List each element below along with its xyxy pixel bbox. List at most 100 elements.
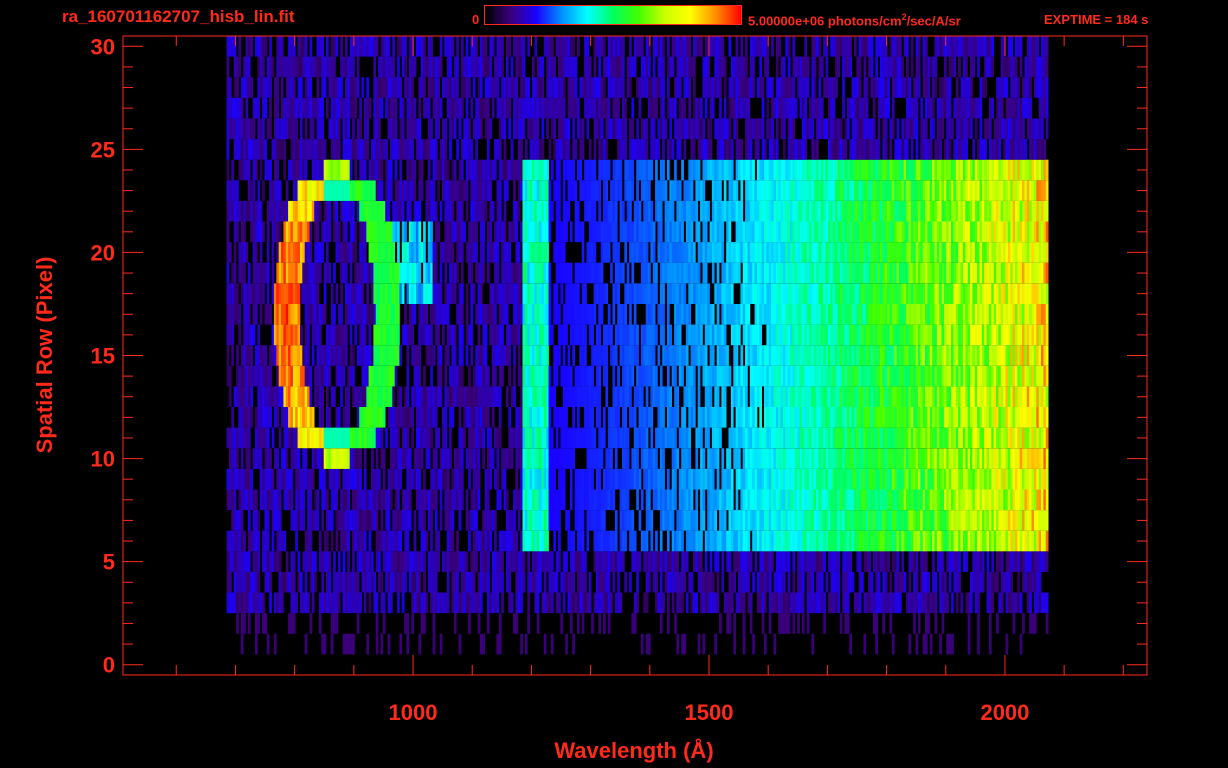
heatmap-cell [1010,304,1013,325]
heatmap-cell [700,489,703,511]
heatmap-cell [503,262,507,284]
heatmap-cell [413,365,417,387]
heatmap-cell [529,345,533,366]
heatmap-cell [693,592,696,614]
heatmap-cell [541,324,545,346]
heatmap-cell [910,345,914,366]
heatmap-cell [996,530,999,552]
heatmap-cell [801,345,805,366]
heatmap-cell [858,324,862,346]
heatmap-cell [927,530,931,552]
heatmap-cell [839,386,843,407]
heatmap-cell [941,613,945,634]
heatmap-cell [730,427,734,449]
heatmap-cell [667,324,670,346]
heatmap-cell [524,530,528,552]
heatmap-cell [233,592,237,614]
heatmap-cell [477,613,481,634]
heatmap-cell [754,510,758,531]
heatmap-cell [901,345,905,366]
heatmap-cell [600,592,604,614]
heatmap-cell [846,427,850,449]
heatmap-cell [285,345,289,366]
heatmap-cell [539,262,542,284]
heatmap-cell [1000,324,1004,346]
heatmap-cell [529,283,533,304]
heatmap-cell [607,304,611,325]
heatmap-cell [262,489,265,511]
heatmap-cell [676,304,680,325]
heatmap-cell [711,407,715,428]
heatmap-cell [307,386,310,407]
heatmap-cell [685,448,689,469]
heatmap-cell [510,592,514,614]
heatmap-cell [579,262,583,284]
heatmap-cell [333,468,336,490]
heatmap-cell [238,365,242,387]
heatmap-cell [359,407,362,428]
heatmap-cell [643,324,646,346]
heatmap-cell [965,468,968,490]
heatmap-cell [901,407,905,428]
heatmap-cell [366,510,369,531]
heatmap-cell [394,468,398,490]
heatmap-cell [681,530,684,552]
heatmap-cell [290,571,294,593]
heatmap-cell [633,592,637,614]
heatmap-cell [811,283,815,304]
heatmap-cell [404,489,407,511]
heatmap-cell [816,448,819,469]
heatmap-cell [529,407,533,428]
heatmap-cell [392,283,395,304]
heatmap-cell [955,571,959,593]
heatmap-cell [896,530,900,552]
heatmap-cell [702,407,706,428]
heatmap-cell [695,530,699,552]
heatmap-cell [1033,571,1037,593]
heatmap-cell [1029,304,1032,325]
heatmap-cell [633,304,637,325]
heatmap-cell [908,407,912,428]
heatmap-cell [529,324,533,346]
heatmap-cell [461,324,464,346]
heatmap-cell [894,468,897,490]
heatmap-cell [520,489,523,511]
heatmap-cell [700,530,703,552]
heatmap-cell [238,468,242,490]
heatmap-cell [1029,345,1032,366]
heatmap-cell [463,592,466,614]
heatmap-cell [610,468,613,490]
heatmap-cell [432,633,436,655]
heatmap-cell [245,324,249,346]
heatmap-cell [359,324,362,346]
heatmap-cell [311,345,315,366]
heatmap-cell [453,468,457,490]
heatmap-cell [449,551,452,572]
heatmap-cell [375,489,379,511]
heatmap-cell [326,530,329,552]
heatmap-cell [1022,613,1025,634]
heatmap-cell [468,324,471,346]
heatmap-cell [328,551,332,572]
heatmap-cell [910,489,914,511]
heatmap-cell [880,407,883,428]
heatmap-cell [330,324,334,346]
heatmap-cell [276,510,279,531]
heatmap-cell [311,324,315,346]
heatmap-cell [946,427,949,449]
heatmap-cell [354,448,358,469]
heatmap-cell [754,324,758,346]
heatmap-cell [742,551,746,572]
heatmap-cell [337,345,341,366]
heatmap-cell [913,427,916,449]
heatmap-cell [300,324,303,346]
heatmap-cell [690,407,694,428]
heatmap-cell [761,551,765,572]
heatmap-cell [917,489,921,511]
heatmap-cell [385,283,388,304]
heatmap-cell [273,448,277,469]
heatmap-cell [707,468,710,490]
heatmap-cell [882,365,886,387]
heatmap-cell [569,468,573,490]
heatmap-cell [316,489,320,511]
